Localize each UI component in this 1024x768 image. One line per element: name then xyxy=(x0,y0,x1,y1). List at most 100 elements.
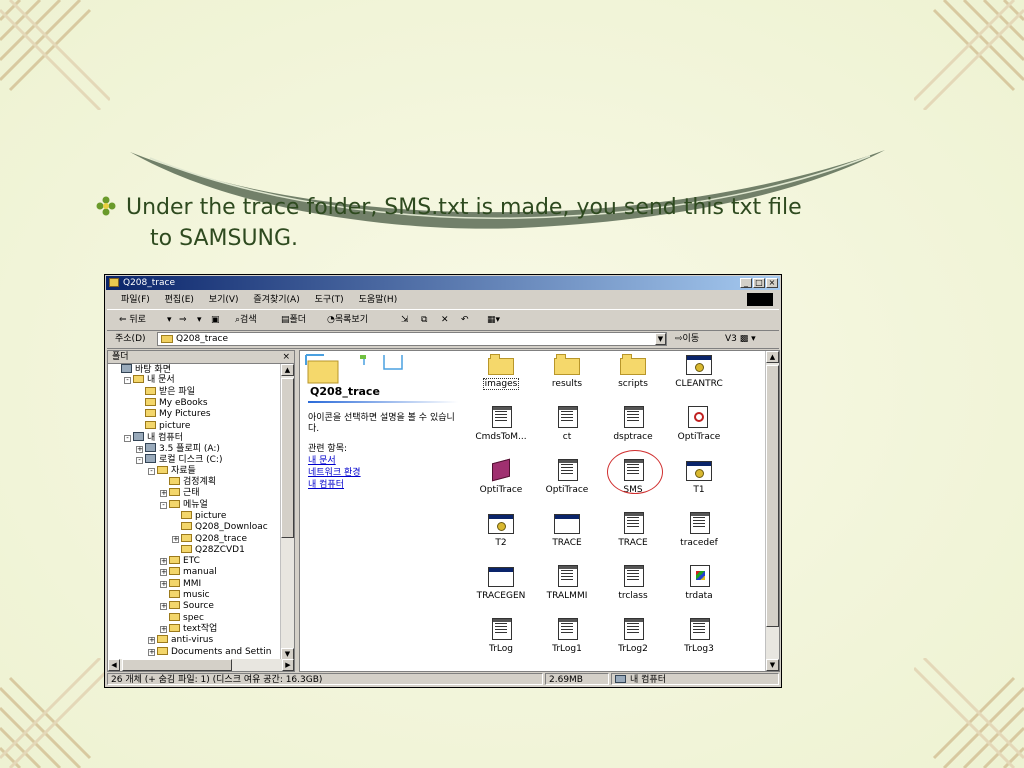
collapse-minus-icon[interactable]: - xyxy=(148,467,155,475)
tree-node[interactable]: +3.5 플로피 (A:) xyxy=(136,443,220,454)
tree-node[interactable]: + Q208_trace xyxy=(172,533,247,545)
file-item[interactable]: scripts xyxy=(602,353,664,389)
back-dropdown-chevron-icon[interactable]: ▾ xyxy=(167,310,172,330)
collapse-minus-icon[interactable]: - xyxy=(160,501,167,509)
tree-node[interactable]: - 내 컴퓨터 xyxy=(124,431,183,443)
tree-node[interactable]: + text작업 xyxy=(160,623,217,635)
menu-tools[interactable]: 도구(T) xyxy=(315,295,344,305)
file-item[interactable]: tracedef xyxy=(668,512,730,548)
maximize-button[interactable]: □ xyxy=(753,278,765,288)
tree-node[interactable]: + Source xyxy=(160,601,214,612)
menu-file[interactable]: 파일(F) xyxy=(121,295,150,305)
expand-plus-icon[interactable]: + xyxy=(160,625,167,633)
folder-tree-horizontal-scrollbar[interactable]: ◀ ▶ xyxy=(108,659,294,671)
file-item[interactable]: images xyxy=(470,353,532,390)
scroll-up-arrow-icon[interactable]: ▲ xyxy=(766,351,779,363)
tree-node[interactable]: spec xyxy=(160,612,204,624)
expand-plus-icon[interactable]: + xyxy=(136,446,143,454)
expand-plus-icon[interactable]: + xyxy=(160,558,167,566)
file-list-vertical-scrollbar[interactable]: ▲ ▼ xyxy=(765,351,779,671)
delete-icon[interactable]: ✕ xyxy=(441,310,449,330)
tree-node[interactable]: 검정계획 xyxy=(160,477,216,488)
file-item[interactable]: TrLog3 xyxy=(668,618,730,654)
expand-plus-icon[interactable]: + xyxy=(148,648,155,656)
tree-node[interactable]: + 근태 xyxy=(160,488,200,499)
expand-plus-icon[interactable]: + xyxy=(160,569,167,577)
file-item[interactable]: TRALMMI xyxy=(536,565,598,601)
file-item[interactable]: OptiTrace xyxy=(536,459,598,495)
search-button[interactable]: ⌕검색 xyxy=(235,310,257,330)
tree-node[interactable]: + ETC xyxy=(160,556,200,567)
collapse-minus-icon[interactable]: - xyxy=(124,434,131,442)
history-button[interactable]: ◔목록보기 xyxy=(327,310,368,330)
go-button[interactable]: ⇨이동 xyxy=(675,330,699,348)
tree-node[interactable]: Q28ZCVD1 xyxy=(172,544,245,556)
collapse-minus-icon[interactable]: - xyxy=(136,457,143,465)
tree-node[interactable]: + Documents and Settin xyxy=(148,646,271,658)
scrollbar-thumb[interactable] xyxy=(122,659,232,671)
file-item[interactable]: CmdsToM... xyxy=(470,406,532,442)
file-item[interactable]: TRACE xyxy=(536,512,598,548)
scrollbar-thumb[interactable] xyxy=(281,378,294,538)
copy-to-icon[interactable]: ⧉ xyxy=(421,310,427,330)
address-dropdown-chevron-icon[interactable]: ▼ xyxy=(655,333,666,345)
forward-button[interactable]: ⇒ xyxy=(179,310,187,330)
tree-node[interactable]: 바탕 화면 xyxy=(112,364,171,375)
menu-help[interactable]: 도움말(H) xyxy=(359,295,398,305)
file-item[interactable]: OptiTrace xyxy=(470,458,532,495)
close-button[interactable]: × xyxy=(766,278,778,288)
file-item[interactable]: TrLog2 xyxy=(602,618,664,654)
address-input[interactable]: Q208_trace xyxy=(157,332,667,346)
tree-node[interactable]: picture xyxy=(136,420,190,432)
tree-node[interactable]: picture xyxy=(172,510,226,522)
scrollbar-thumb[interactable] xyxy=(766,365,779,627)
link-my-computer[interactable]: 내 컴퓨터 xyxy=(308,477,344,490)
scroll-right-arrow-icon[interactable]: ▶ xyxy=(282,659,294,671)
file-item[interactable]: TRACEGEN xyxy=(470,565,532,601)
back-button[interactable]: ⇐ 뒤로 xyxy=(119,310,146,330)
file-item[interactable]: OptiTrace xyxy=(668,406,730,442)
minimize-button[interactable]: _ xyxy=(740,278,752,288)
tree-node[interactable]: Q208_Downloac xyxy=(172,522,268,533)
tree-node[interactable]: - 자료들 xyxy=(148,465,196,477)
folders-button[interactable]: ▤폴더 xyxy=(281,310,306,330)
move-to-icon[interactable]: ⇲ xyxy=(401,310,409,330)
file-item[interactable]: trclass xyxy=(602,565,664,601)
file-item[interactable]: T2 xyxy=(470,512,532,548)
file-item[interactable]: trdata xyxy=(668,565,730,601)
tree-node[interactable]: - 로컬 디스크 (C:) xyxy=(136,454,222,465)
file-item[interactable]: TRACE xyxy=(602,512,664,548)
file-item[interactable]: results xyxy=(536,353,598,389)
tree-node[interactable]: 받은 파일 xyxy=(136,386,195,398)
collapse-minus-icon[interactable]: - xyxy=(124,377,131,385)
expand-plus-icon[interactable]: + xyxy=(160,580,167,588)
expand-plus-icon[interactable]: + xyxy=(172,535,179,543)
file-item[interactable]: ct xyxy=(536,406,598,442)
window-titlebar[interactable]: Q208_trace _ □ × xyxy=(106,276,780,290)
expand-plus-icon[interactable]: + xyxy=(160,490,167,498)
folder-pane-close-button[interactable]: × xyxy=(282,351,290,363)
expand-plus-icon[interactable]: + xyxy=(160,603,167,611)
up-folder-icon[interactable]: ▣ xyxy=(211,310,220,330)
folder-tree-vertical-scrollbar[interactable]: ▲ ▼ xyxy=(280,364,294,660)
tree-node[interactable]: - 메뉴얼 xyxy=(160,499,208,511)
tree-node[interactable]: music xyxy=(160,590,210,601)
expand-plus-icon[interactable]: + xyxy=(148,637,155,645)
tree-node[interactable]: + anti-virus xyxy=(148,635,213,646)
tree-node[interactable]: - 내 문서 xyxy=(124,375,175,386)
undo-icon[interactable]: ↶ xyxy=(461,310,469,330)
menu-view[interactable]: 보기(V) xyxy=(209,295,239,305)
file-item[interactable]: dsptrace xyxy=(602,406,664,442)
views-icon[interactable]: ▦▾ xyxy=(487,310,500,330)
tree-node[interactable]: + manual xyxy=(160,567,217,578)
file-item[interactable]: CLEANTRC xyxy=(668,353,730,389)
file-item[interactable]: T1 xyxy=(668,459,730,495)
v3-button[interactable]: V3 ▩ ▾ xyxy=(725,330,756,348)
tree-node[interactable]: + MMI xyxy=(160,578,201,590)
scroll-up-arrow-icon[interactable]: ▲ xyxy=(281,364,294,376)
menu-favorites[interactable]: 즐겨찾기(A) xyxy=(253,295,299,305)
forward-dropdown-chevron-icon[interactable]: ▾ xyxy=(197,310,202,330)
file-item[interactable]: TrLog1 xyxy=(536,618,598,654)
file-item[interactable]: TrLog xyxy=(470,618,532,654)
tree-node[interactable]: My Pictures xyxy=(136,409,211,420)
